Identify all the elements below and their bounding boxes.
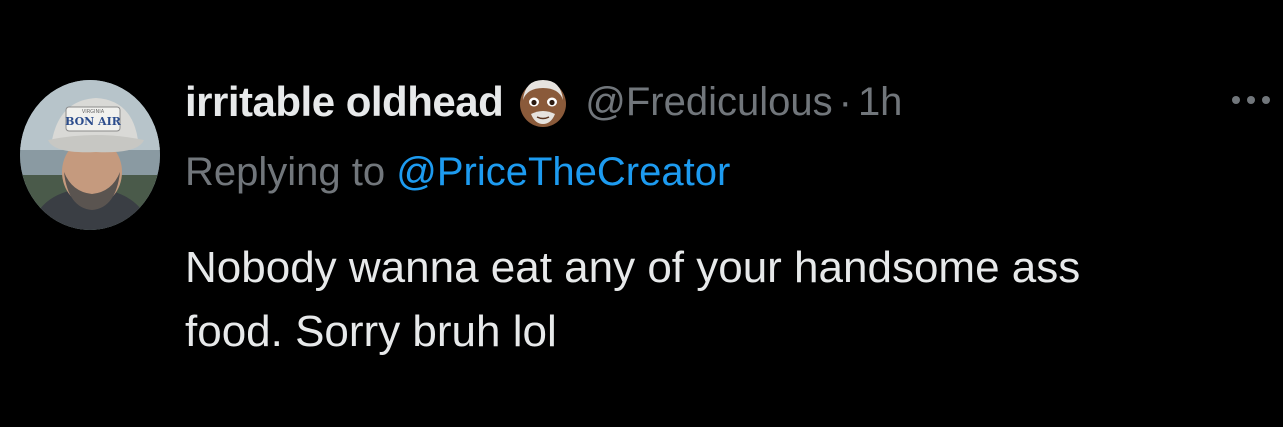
tweet-text-line: food. Sorry bruh lol <box>185 307 557 356</box>
more-horizontal-icon[interactable] <box>1232 88 1278 112</box>
tweet-text-line: Nobody wanna eat any of your handsome as… <box>185 243 1081 292</box>
older-man-emoji-icon <box>515 74 571 130</box>
display-name[interactable]: irritable oldhead <box>185 78 504 126</box>
reply-mention-link[interactable]: @PriceTheCreator <box>396 150 730 194</box>
tweet-text: Nobody wanna eat any of your handsome as… <box>185 236 1275 364</box>
timestamp[interactable]: 1h <box>858 80 903 125</box>
avatar-cap-text: BON AIR <box>65 115 122 128</box>
replying-to-label: Replying to <box>185 150 386 194</box>
replying-to-line: Replying to @PriceTheCreator <box>185 150 730 195</box>
tweet[interactable]: VIRGINIA BON AIR irritable oldhead @Fred… <box>0 0 1283 427</box>
user-handle[interactable]: @Frediculous <box>585 80 832 125</box>
avatar-image: VIRGINIA BON AIR <box>20 80 160 230</box>
avatar[interactable]: VIRGINIA BON AIR <box>20 80 160 230</box>
separator-dot: · <box>838 79 852 124</box>
more-dot <box>1247 96 1255 104</box>
more-dot <box>1262 96 1270 104</box>
tweet-header: irritable oldhead @Frediculous · 1h <box>185 70 902 134</box>
more-dot <box>1232 96 1240 104</box>
